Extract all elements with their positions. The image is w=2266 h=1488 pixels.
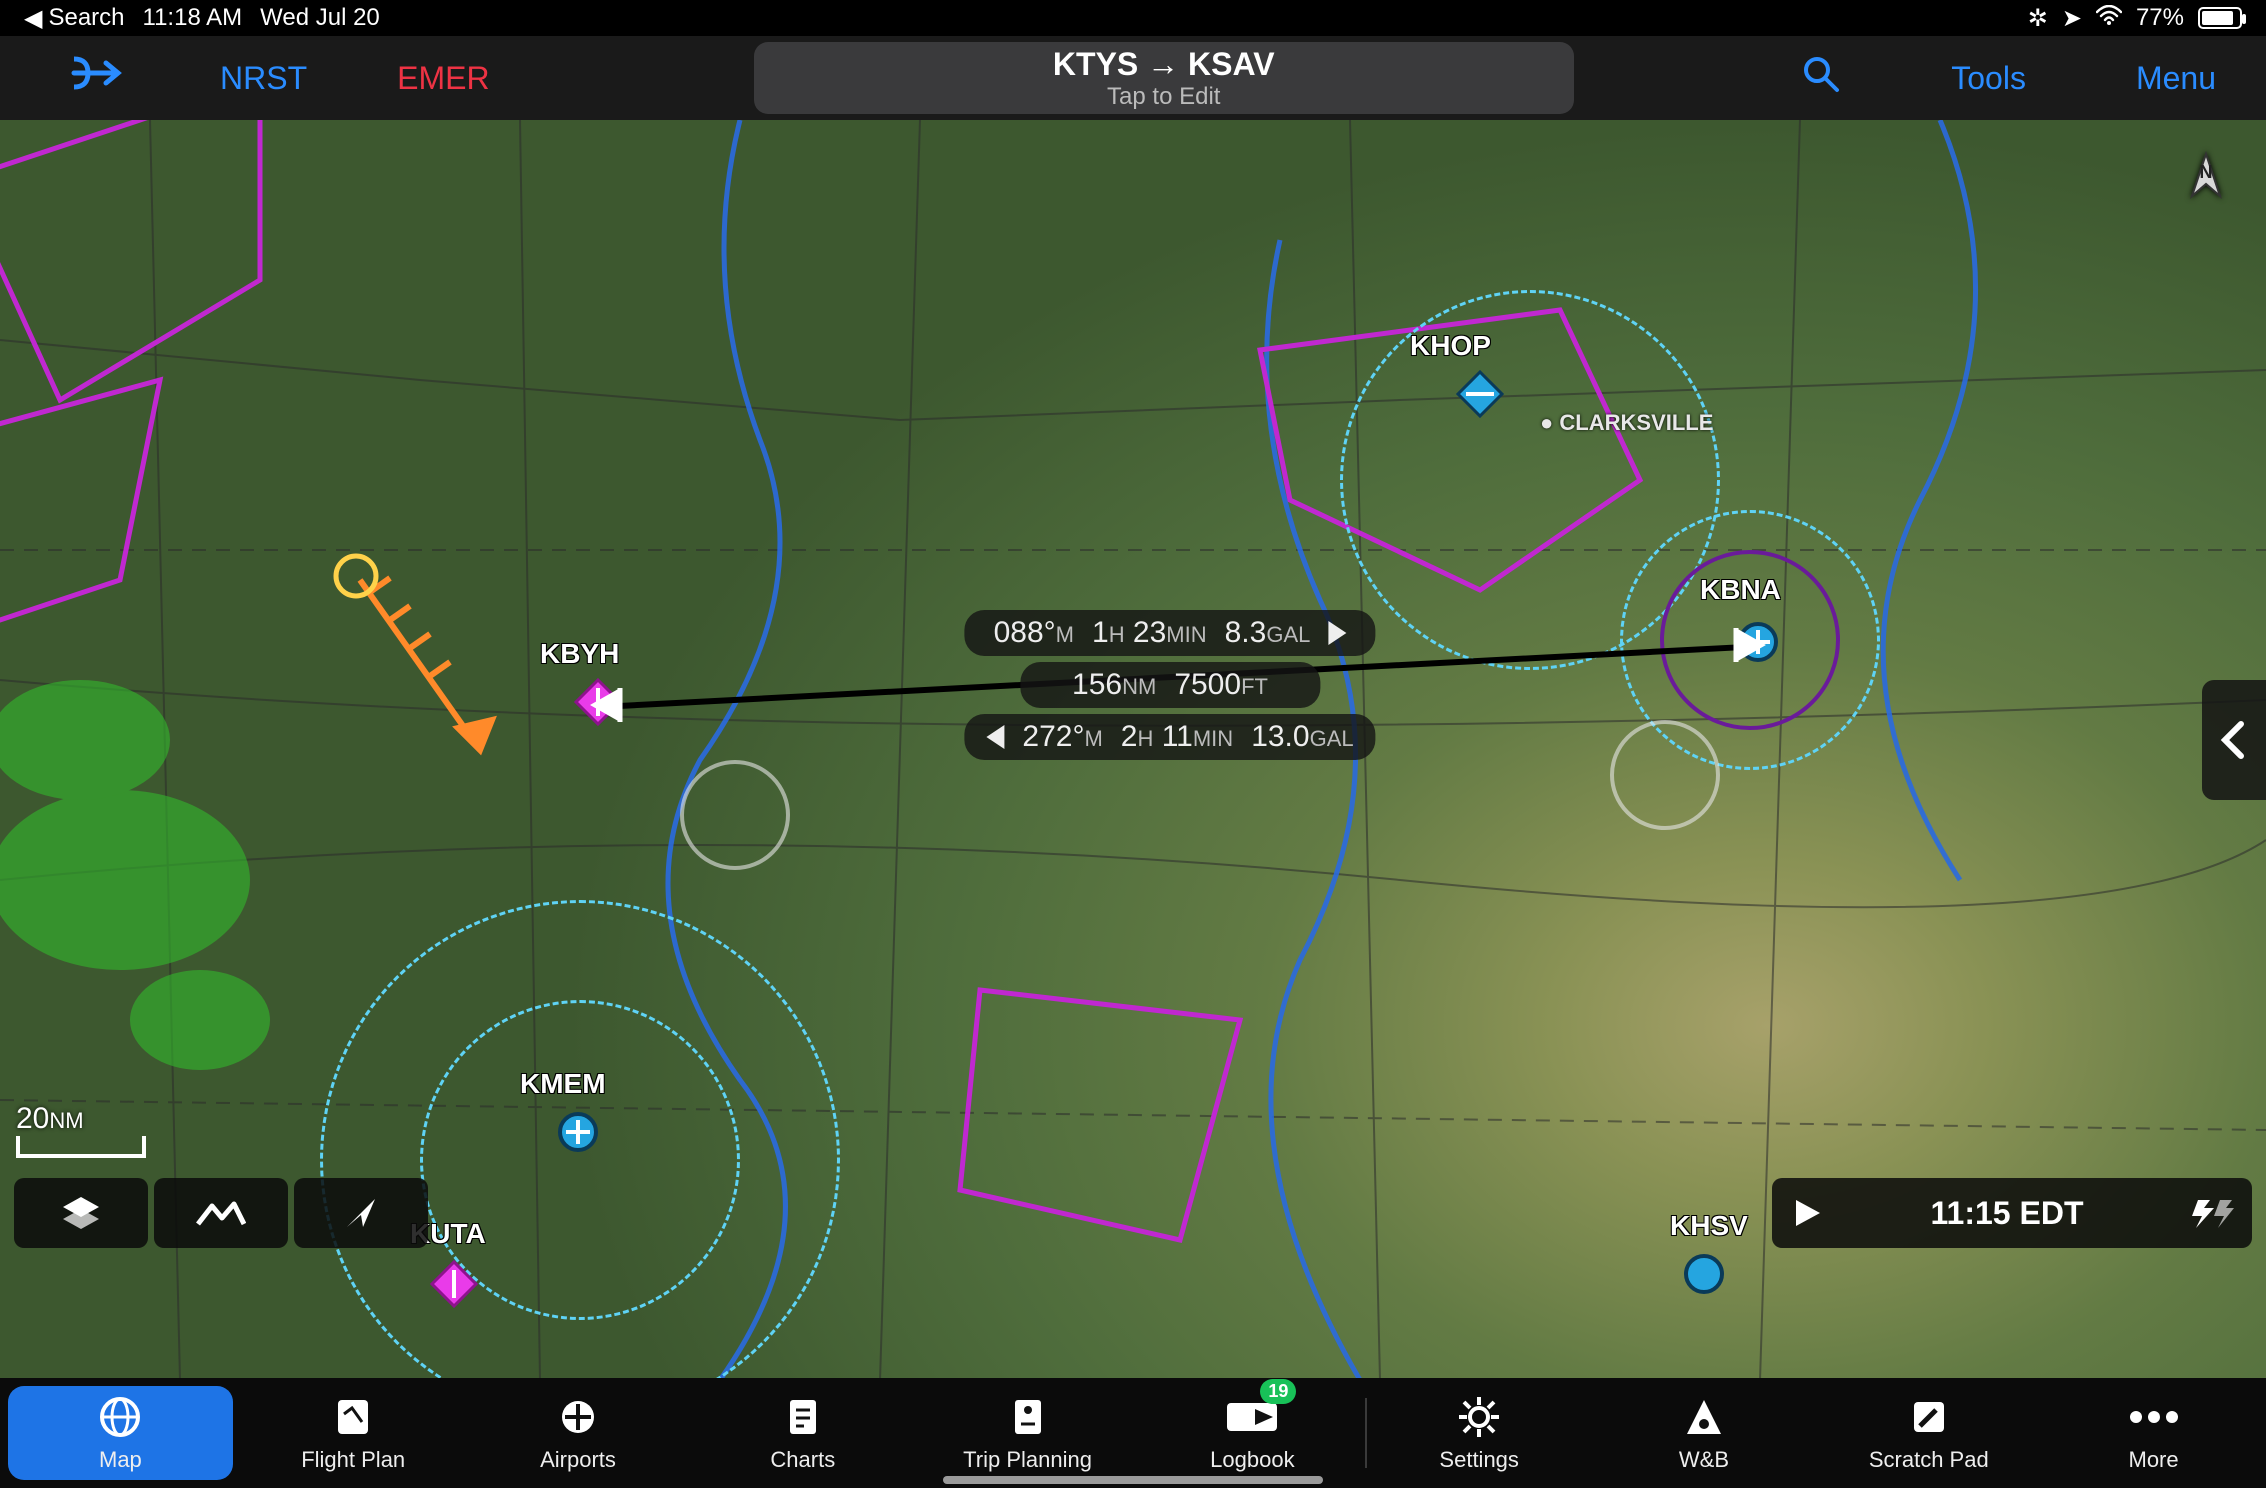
svg-text:N: N xyxy=(2200,162,2213,182)
map-canvas[interactable]: KHOP ● CLARKSVILLE KBNA KBYH KMEM KUTA K… xyxy=(0,120,2266,1378)
battery-icon xyxy=(2198,7,2242,29)
top-bar: NRST EMER KTYS → KSAV Tap to Edit Tools … xyxy=(0,36,2266,120)
route-box[interactable]: KTYS → KSAV Tap to Edit xyxy=(754,42,1574,114)
globe-icon xyxy=(97,1394,143,1440)
airport-icon xyxy=(555,1394,601,1440)
city-label: ● CLARKSVILLE xyxy=(1540,410,1713,436)
airport-label: KHOP xyxy=(1410,330,1491,362)
pencil-icon xyxy=(1906,1394,1952,1440)
ring-icon xyxy=(680,760,790,870)
back-to-search[interactable]: ◀ Search xyxy=(24,4,125,33)
status-time: 11:18 AM xyxy=(143,4,243,32)
tab-trip-planning[interactable]: Trip Planning xyxy=(915,1378,1140,1488)
emer-button[interactable]: EMER xyxy=(397,60,489,97)
more-icon xyxy=(2127,1407,2181,1427)
nrst-button[interactable]: NRST xyxy=(220,60,307,97)
side-panel-toggle[interactable] xyxy=(2202,680,2266,800)
tab-more[interactable]: More xyxy=(2041,1378,2266,1488)
home-indicator[interactable] xyxy=(943,1476,1323,1484)
airport-label: KBYH xyxy=(540,638,619,670)
logbook-badge: 19 xyxy=(1260,1379,1296,1404)
animate-play-button[interactable] xyxy=(1772,1198,1842,1228)
map-scale: 20NM xyxy=(16,1102,146,1158)
route-title: KTYS → KSAV xyxy=(1053,46,1275,83)
time-scrubber[interactable]: 11:15 EDT xyxy=(1772,1178,2252,1248)
tab-scratch-pad[interactable]: Scratch Pad xyxy=(1816,1378,2041,1488)
search-button[interactable] xyxy=(1801,54,1841,102)
play-right-icon xyxy=(1328,621,1346,645)
flight-plan-icon xyxy=(330,1394,376,1440)
trip-icon xyxy=(1005,1394,1051,1440)
airport-label: KMEM xyxy=(520,1068,606,1100)
tab-logbook[interactable]: 19 Logbook xyxy=(1140,1378,1365,1488)
chevron-left-icon xyxy=(2219,720,2249,760)
play-icon xyxy=(1792,1198,1822,1228)
ruler-start-icon xyxy=(580,680,640,730)
profile-button[interactable] xyxy=(154,1178,288,1248)
layers-button[interactable] xyxy=(14,1178,148,1248)
tab-airports[interactable]: Airports xyxy=(466,1378,691,1488)
tab-bar: Map Flight Plan Airports Charts Trip Pla… xyxy=(0,1378,2266,1488)
gear-icon xyxy=(1456,1394,1502,1440)
center-aircraft-button[interactable] xyxy=(294,1178,428,1248)
tab-flight-plan[interactable]: Flight Plan xyxy=(241,1378,466,1488)
status-date: Wed Jul 20 xyxy=(260,4,380,32)
ring-icon xyxy=(1610,720,1720,830)
map-tools xyxy=(14,1178,428,1248)
ruler-end-icon xyxy=(1716,620,1776,670)
loading-icon: ✲ xyxy=(2028,4,2048,33)
tab-wb[interactable]: W&B xyxy=(1592,1378,1817,1488)
tools-button[interactable]: Tools xyxy=(1951,60,2026,97)
tab-settings[interactable]: Settings xyxy=(1367,1378,1592,1488)
play-left-icon xyxy=(986,725,1004,749)
airport-khop[interactable] xyxy=(1456,370,1504,418)
tab-map[interactable]: Map xyxy=(8,1386,233,1480)
route-subtitle: Tap to Edit xyxy=(1107,83,1220,111)
ruler-mid-pill: 156NM 7500FT xyxy=(1020,662,1320,708)
compass-icon[interactable]: N xyxy=(2176,150,2236,210)
menu-button[interactable]: Menu xyxy=(2136,60,2216,97)
layers-icon xyxy=(59,1191,103,1235)
direct-to-button[interactable] xyxy=(70,53,130,103)
status-bar: ◀ Search 11:18 AM Wed Jul 20 ✲ ➤ 77% xyxy=(0,0,2266,36)
ruler-forward-pill: 088°M 1H 23MIN 8.3GAL xyxy=(964,610,1375,656)
airport-label: KHSV xyxy=(1670,1210,1748,1242)
battery-pct: 77% xyxy=(2136,4,2184,32)
now-button[interactable] xyxy=(2172,1198,2252,1228)
airport-label: KBNA xyxy=(1700,574,1781,606)
location-icon: ➤ xyxy=(2062,4,2082,33)
lightning-icon xyxy=(2190,1198,2234,1228)
charts-icon xyxy=(780,1394,826,1440)
airport-khsv[interactable] xyxy=(1680,1250,1728,1298)
tab-charts[interactable]: Charts xyxy=(690,1378,915,1488)
ruler-readout[interactable]: 088°M 1H 23MIN 8.3GAL 156NM 7500FT 272°M… xyxy=(964,604,1375,766)
airport-kuta[interactable] xyxy=(430,1260,478,1308)
terrain-icon xyxy=(196,1198,246,1228)
time-display: 11:15 EDT xyxy=(1842,1195,2172,1232)
wb-icon xyxy=(1681,1394,1727,1440)
ruler-reverse-pill: 272°M 2H 11MIN 13.0GAL xyxy=(964,714,1375,760)
location-arrow-icon xyxy=(343,1195,379,1231)
wifi-icon xyxy=(2096,4,2122,32)
airport-kmem[interactable] xyxy=(554,1108,602,1156)
